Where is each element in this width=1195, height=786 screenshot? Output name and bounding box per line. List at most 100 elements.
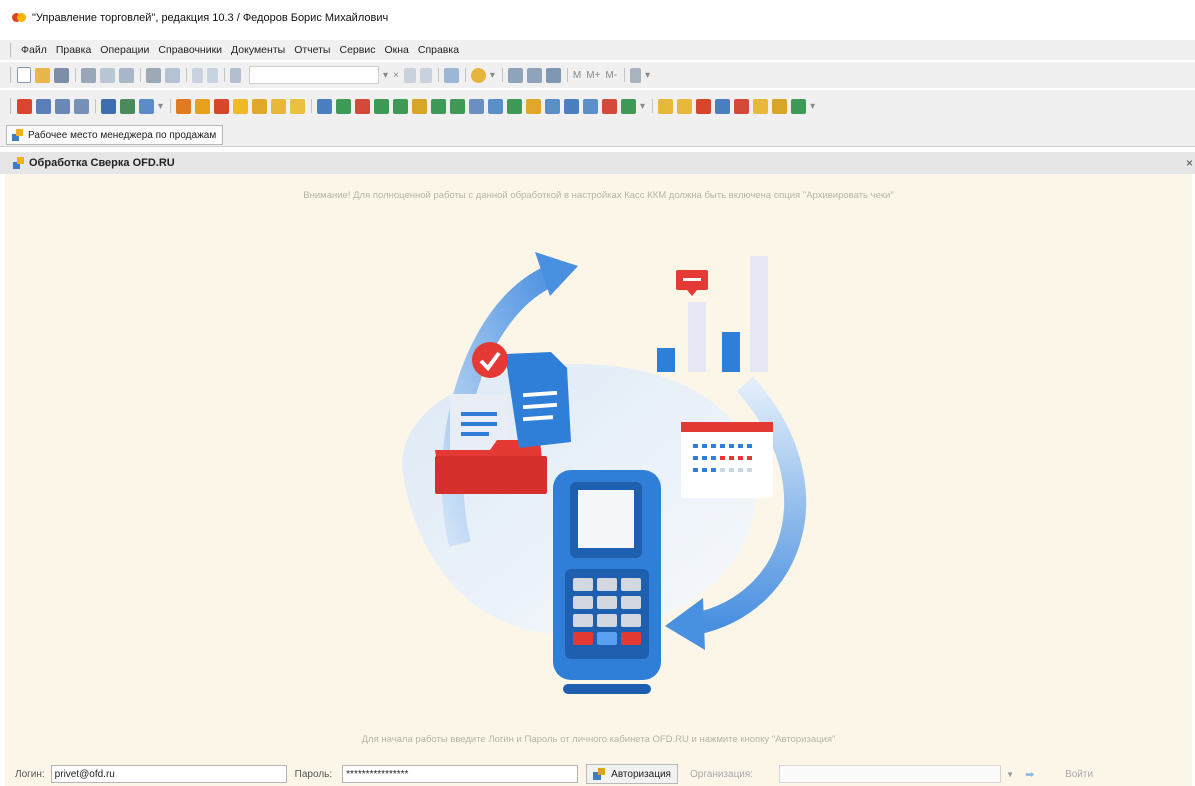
invoice-icon[interactable] [355, 98, 371, 114]
users-dropdown-icon[interactable]: ▾ [810, 101, 815, 112]
contacts-icon[interactable] [214, 98, 230, 114]
login-input[interactable] [50, 765, 287, 783]
new-document-icon[interactable] [17, 67, 31, 83]
write-off-icon[interactable] [545, 98, 561, 114]
suppliers-icon[interactable] [252, 98, 268, 114]
settings-icon[interactable] [630, 67, 642, 83]
cut-icon[interactable] [81, 67, 96, 83]
menu-service[interactable]: Сервис [339, 44, 375, 56]
menu-reports[interactable]: Отчеты [294, 44, 330, 56]
chart-dropdown-icon[interactable]: ▾ [158, 101, 163, 112]
menu-documents[interactable]: Документы [231, 44, 285, 56]
movement-icon[interactable] [583, 98, 599, 114]
users-icon[interactable] [545, 67, 561, 83]
organization-select[interactable] [779, 765, 1002, 783]
authorize-button[interactable]: Авторизация [586, 764, 678, 784]
print-icon[interactable] [146, 67, 161, 83]
menu-operations[interactable]: Операции [100, 44, 149, 56]
clients-icon[interactable] [176, 98, 192, 114]
memory-button-m-minus[interactable]: M- [605, 70, 617, 81]
search-dropdown-icon[interactable]: ▾ [383, 70, 388, 81]
window-titlebar: "Управление торговлей", редакция 10.3 / … [0, 0, 1195, 36]
chart-icon[interactable] [139, 98, 154, 114]
save-icon[interactable] [54, 67, 69, 83]
report-dropdown-icon[interactable]: ▾ [640, 101, 645, 112]
posting-icon[interactable] [564, 98, 580, 114]
undo-icon[interactable] [192, 67, 203, 83]
toolbar-separator [224, 68, 225, 82]
paste-icon[interactable] [119, 67, 134, 83]
close-icon[interactable]: × [1186, 156, 1193, 170]
help-dropdown-icon[interactable]: ▾ [490, 70, 495, 81]
calendar-icon[interactable] [526, 67, 542, 83]
warning-text: Внимание! Для полноценной работы с данно… [303, 190, 894, 201]
payment-icon[interactable] [431, 98, 447, 114]
find-prev-icon[interactable] [419, 67, 432, 83]
transfer-icon[interactable] [393, 98, 409, 114]
shipment-icon[interactable] [336, 98, 352, 114]
price-icon[interactable] [488, 98, 504, 114]
table-icon[interactable] [507, 67, 523, 83]
toolbar-separator [75, 68, 76, 82]
user-2-icon[interactable] [677, 98, 693, 114]
organization-dropdown-icon[interactable]: ▼ [1005, 770, 1015, 779]
menu-windows[interactable]: Окна [384, 44, 408, 56]
document-print-icon[interactable] [55, 98, 70, 114]
enter-arrow-icon[interactable]: ➡ [1025, 768, 1037, 781]
journal-icon[interactable] [17, 98, 32, 114]
user-4-icon[interactable] [715, 98, 731, 114]
user-3-icon[interactable] [696, 98, 712, 114]
structure-icon[interactable] [101, 98, 116, 114]
copy-icon[interactable] [100, 67, 115, 83]
grid-icon[interactable] [120, 98, 135, 114]
return-icon[interactable] [469, 98, 485, 114]
cash-icon[interactable] [412, 98, 428, 114]
bank-icon[interactable] [450, 98, 466, 114]
print-preview-icon[interactable] [165, 67, 180, 83]
menu-catalogs[interactable]: Справочники [158, 44, 222, 56]
help-icon[interactable] [470, 67, 486, 83]
assembly-icon[interactable] [602, 98, 618, 114]
search-input[interactable] [249, 66, 379, 84]
stock-icon[interactable] [507, 98, 523, 114]
organization-label: Организация: [689, 768, 754, 780]
search-icon[interactable] [230, 67, 241, 83]
standard-toolbar: ▾ × ▾ M M+ M- ▾ [0, 62, 1195, 88]
login-bar: Логин: Пароль: Авторизация Организация: … [5, 762, 1192, 786]
calendar-icon [681, 422, 773, 498]
user-1-icon[interactable] [658, 98, 674, 114]
password-input[interactable] [342, 765, 579, 783]
receipt-icon[interactable] [374, 98, 390, 114]
user-5-icon[interactable] [734, 98, 750, 114]
managers-icon[interactable] [271, 98, 287, 114]
inventory-icon[interactable] [526, 98, 542, 114]
user-6-icon[interactable] [753, 98, 769, 114]
printer-icon[interactable] [74, 98, 89, 114]
user-8-icon[interactable] [791, 98, 807, 114]
settings-dropdown-icon[interactable]: ▾ [645, 70, 650, 81]
tab-sales-manager-workplace[interactable]: Рабочее место менеджера по продажам [6, 125, 224, 145]
memory-button-m-plus[interactable]: M+ [586, 70, 600, 81]
order-icon[interactable] [317, 98, 333, 114]
ofd-illustration [402, 252, 807, 694]
redo-icon[interactable] [207, 67, 218, 83]
document-list-icon[interactable] [36, 98, 51, 114]
search-clear-icon[interactable]: × [393, 70, 399, 81]
enter-button[interactable]: Войти [1065, 769, 1093, 780]
agents-icon[interactable] [290, 98, 306, 114]
form-content: Внимание! Для полноценной работы с данно… [5, 174, 1192, 786]
menu-edit[interactable]: Правка [56, 44, 91, 56]
find-next-icon[interactable] [403, 67, 416, 83]
memory-button-m[interactable]: M [573, 70, 581, 81]
payment-terminal-icon [553, 470, 661, 694]
report-icon[interactable] [621, 98, 637, 114]
menu-help[interactable]: Справка [418, 44, 459, 56]
buyers-icon[interactable] [233, 98, 249, 114]
user-7-icon[interactable] [772, 98, 788, 114]
menu-file[interactable]: Файл [21, 44, 47, 56]
calculator-icon[interactable] [443, 67, 459, 83]
open-folder-icon[interactable] [35, 67, 50, 83]
toolbar-separator [170, 99, 172, 113]
menu-bar: Файл Правка Операции Справочники Докумен… [0, 40, 1195, 60]
partners-icon[interactable] [195, 98, 211, 114]
